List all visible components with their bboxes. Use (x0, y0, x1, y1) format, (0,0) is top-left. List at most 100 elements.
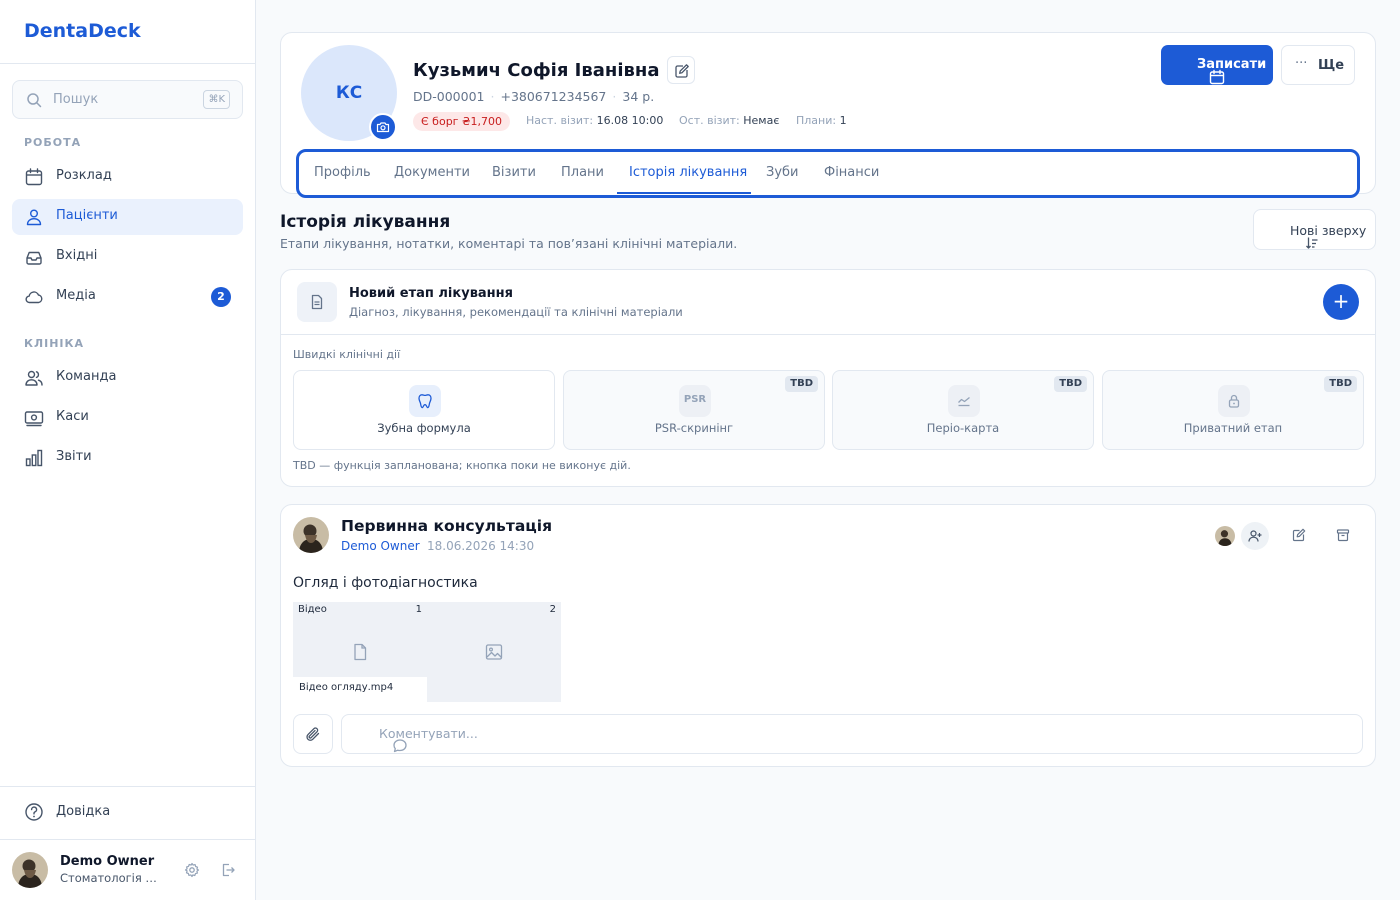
sort-label: Нові зверху (1290, 223, 1367, 238)
quick-actions-label: Швидкі клінічні дії (293, 348, 401, 361)
entry-author-link[interactable]: Demo Owner (341, 539, 420, 553)
app-logo[interactable]: DentaDeck (24, 20, 141, 42)
quick-action-perio-chart[interactable]: TBD Періо-карта (832, 370, 1094, 450)
sort-button[interactable]: Нові зверху (1253, 209, 1376, 250)
media-footer: Відео огляду.mp4 (293, 677, 427, 702)
comment-placeholder: Коментувати... (379, 726, 478, 741)
sidebar: DentaDeck Пошук ⌘K РОБОТА Розклад Пацієн… (0, 0, 256, 900)
comment-input[interactable]: Коментувати... (341, 714, 1363, 754)
patient-phone[interactable]: +380671234567 (500, 89, 606, 104)
team-icon (24, 368, 44, 388)
sidebar-item-inbox[interactable]: Вхідні (12, 239, 243, 275)
divider (281, 334, 1375, 335)
next-visit-label: Наст. візит: (526, 114, 594, 127)
media-tile-image[interactable]: 2 (427, 602, 561, 702)
separator: · (490, 89, 495, 104)
plans-label: Плани: (796, 114, 837, 127)
tab-finances[interactable]: Фінанси (824, 165, 879, 180)
sidebar-item-media[interactable]: Медіа 2 (12, 279, 243, 315)
tab-documents[interactable]: Документи (394, 165, 470, 180)
quick-action-label: Зубна формула (377, 421, 471, 435)
tab-profile[interactable]: Профіль (314, 165, 371, 180)
sidebar-item-help[interactable]: Довідка (12, 794, 243, 830)
more-dots-icon: ··· (1295, 56, 1308, 71)
media-filename: Відео огляду.mp4 (299, 682, 394, 693)
sidebar-item-label: Команда (56, 369, 117, 384)
book-appointment-button[interactable]: Записати (1161, 45, 1273, 85)
cloud-icon (24, 287, 44, 307)
avatar[interactable] (12, 852, 48, 888)
tbd-note: TBD — функція запланована; кнопка поки н… (293, 459, 631, 472)
section-subtitle: Етапи лікування, нотатки, коментарі та п… (280, 236, 738, 251)
divider (0, 839, 255, 840)
edit-entry-icon[interactable] (1292, 528, 1306, 542)
user-name: Demo Owner (60, 854, 155, 869)
sidebar-item-reports[interactable]: Звіти (12, 440, 243, 476)
media-index: 2 (549, 604, 556, 615)
more-button[interactable]: ··· Ще (1281, 45, 1355, 85)
change-photo-button[interactable] (369, 113, 397, 141)
search-input[interactable]: Пошук ⌘K (12, 80, 243, 119)
patient-meta: DD-000001 · +380671234567 · 34 р. (413, 89, 654, 104)
settings-gear-icon[interactable] (184, 862, 200, 878)
divider (0, 63, 255, 64)
quick-action-tooth-chart[interactable]: Зубна формула (293, 370, 555, 450)
add-stage-button[interactable]: + (1323, 284, 1359, 320)
sidebar-item-label: Медіа (56, 288, 96, 303)
sidebar-item-label: Пацієнти (56, 208, 118, 223)
new-stage-card: Новий етап лікування Діагноз, лікування,… (280, 269, 1376, 487)
new-stage-subtitle: Діагноз, лікування, рекомендації та клін… (349, 305, 683, 319)
tab-visits[interactable]: Візити (492, 165, 536, 180)
attach-file-button[interactable] (293, 714, 333, 754)
entry-date: 18.06.2026 14:30 (427, 539, 535, 553)
bar-chart-icon (24, 448, 44, 468)
divider (0, 786, 255, 787)
quick-action-private-stage[interactable]: TBD Приватний етап (1102, 370, 1364, 450)
tbd-badge: TBD (785, 376, 818, 392)
plans-count: Плани: 1 (796, 114, 847, 127)
patient-name: Кузьмич Софія Іванівна (413, 60, 660, 81)
tab-treatment-history[interactable]: Історія лікування (629, 165, 747, 180)
quick-action-psr[interactable]: TBD PSR PSR-скринінг (563, 370, 825, 450)
avatar (293, 517, 329, 553)
sidebar-item-label: Звіти (56, 449, 92, 464)
sidebar-item-label: Вхідні (56, 248, 98, 263)
edit-patient-button[interactable] (667, 56, 695, 84)
sidebar-item-patients[interactable]: Пацієнти (12, 199, 243, 235)
calendar-icon (24, 167, 44, 187)
active-tab-indicator (617, 192, 751, 194)
separator: · (612, 89, 617, 104)
new-stage-title: Новий етап лікування (349, 286, 513, 301)
cash-register-icon (24, 408, 44, 428)
sidebar-item-cash[interactable]: Каси (12, 400, 243, 436)
search-icon (26, 92, 42, 108)
sidebar-item-team[interactable]: Команда (12, 360, 243, 396)
debt-badge: Є борг ₴1,700 (413, 112, 510, 131)
patient-id: DD-000001 (413, 89, 485, 104)
quick-action-label: PSR-скринінг (654, 421, 734, 435)
nav-section-clinic: КЛІНІКА (24, 337, 85, 350)
tab-plans[interactable]: Плани (561, 165, 604, 180)
user-clinic: Стоматологія П... (60, 871, 164, 885)
media-type-label: Відео (298, 604, 327, 615)
file-icon (350, 642, 370, 662)
tooth-icon (409, 385, 441, 417)
treatment-entry-card: Первинна консультація Demo Owner 18.06.2… (280, 504, 1376, 767)
more-label: Ще (1318, 58, 1345, 73)
next-visit: Наст. візит: 16.08 10:00 (526, 114, 663, 127)
quick-action-label: Приватний етап (1183, 421, 1283, 435)
tab-teeth[interactable]: Зуби (766, 165, 799, 180)
sidebar-item-label: Каси (56, 409, 89, 424)
assign-user-button[interactable] (1241, 522, 1269, 550)
logout-icon[interactable] (220, 862, 236, 878)
archive-icon[interactable] (1336, 528, 1350, 542)
perio-chart-icon (948, 385, 980, 417)
media-count-badge: 2 (211, 287, 231, 307)
entry-title: Первинна консультація (341, 517, 553, 535)
last-visit: Ост. візит: Немає (679, 114, 779, 127)
media-tile-video[interactable]: Відео 1 Відео огляду.mp4 (293, 602, 427, 702)
search-shortcut: ⌘K (203, 90, 230, 109)
tbd-badge: TBD (1054, 376, 1087, 392)
sidebar-item-schedule[interactable]: Розклад (12, 159, 243, 195)
quick-action-label: Періо-карта (926, 421, 1000, 435)
